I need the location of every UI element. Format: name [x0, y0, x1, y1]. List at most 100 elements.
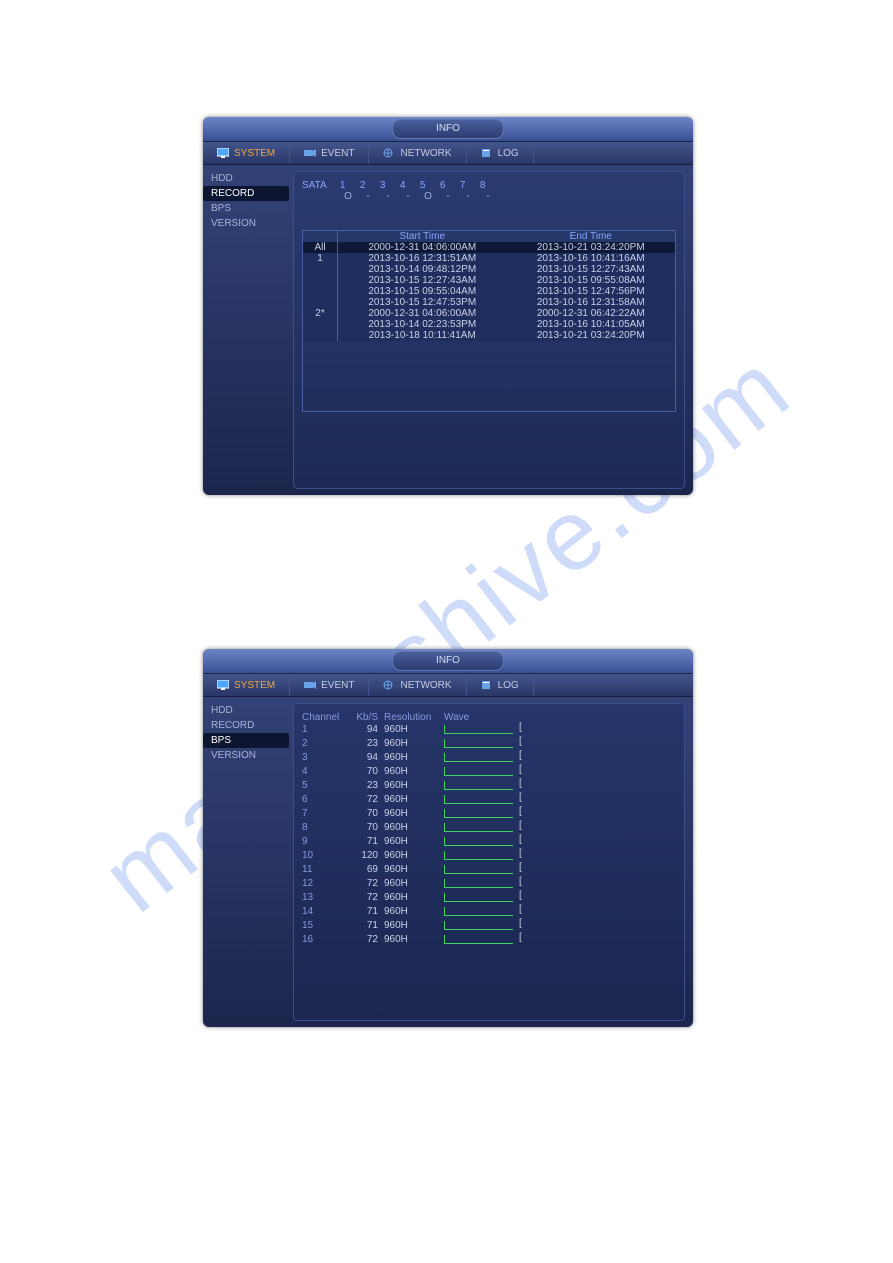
title: INFO: [392, 651, 504, 671]
header-wave: Wave: [444, 712, 524, 723]
sidebar-item-bps[interactable]: BPS: [203, 733, 289, 748]
bps-row: 394960H: [302, 751, 676, 765]
sidebar-item-version[interactable]: VERSION: [203, 748, 289, 763]
cell-kbs: 23: [352, 779, 378, 793]
cell-wave: [444, 751, 524, 765]
tab-label: EVENT: [321, 680, 354, 691]
bps-row: 1571960H: [302, 919, 676, 933]
wave-icon: [444, 865, 513, 874]
bps-row: 1372960H: [302, 891, 676, 905]
sata-status: -: [364, 191, 372, 202]
cell-wave: [444, 807, 524, 821]
header-blank: [303, 231, 338, 242]
tab-network[interactable]: NETWORK: [369, 142, 466, 164]
tab-event[interactable]: EVENT: [290, 674, 369, 696]
row-end: 2013-10-21 03:24:20PM: [507, 242, 676, 253]
tab-label: EVENT: [321, 148, 354, 159]
cell-resolution: 960H: [384, 751, 438, 765]
table-row[interactable]: All2000-12-31 04:06:00AM2013-10-21 03:24…: [303, 242, 675, 253]
row-end: 2013-10-15 12:27:43AM: [507, 264, 676, 275]
cell-resolution: 960H: [384, 933, 438, 947]
row-end: 2013-10-15 12:47:56PM: [507, 286, 676, 297]
sata-status: -: [404, 191, 412, 202]
row-id: [303, 297, 338, 308]
row-id: [303, 286, 338, 297]
wave-icon: [444, 809, 513, 818]
tab-system[interactable]: SYSTEM: [203, 142, 290, 164]
sidebar-item-record[interactable]: RECORD: [203, 718, 289, 733]
cell-kbs: 69: [352, 863, 378, 877]
tab-log[interactable]: LOG: [467, 674, 534, 696]
header-kbs: Kb/S: [352, 712, 378, 723]
cell-resolution: 960H: [384, 807, 438, 821]
cell-kbs: 94: [352, 723, 378, 737]
table-row[interactable]: 2*2000-12-31 04:06:00AM2000-12-31 06:42:…: [303, 308, 675, 319]
table-row[interactable]: 2013-10-15 12:27:43AM2013-10-15 09:55:08…: [303, 275, 675, 286]
monitor-icon: [217, 148, 229, 158]
table-row[interactable]: 2013-10-14 02:23:53PM2013-10-16 10:41:05…: [303, 319, 675, 330]
table-row[interactable]: 2013-10-18 10:11:41AM2013-10-21 03:24:20…: [303, 330, 675, 341]
cell-kbs: 120: [352, 849, 378, 863]
row-id: [303, 330, 338, 341]
table-row[interactable]: 2013-10-15 09:55:04AM2013-10-15 12:47:56…: [303, 286, 675, 297]
cell-wave: [444, 877, 524, 891]
table-row[interactable]: 12013-10-16 12:31:51AM2013-10-16 10:41:1…: [303, 253, 675, 264]
sata-status: O: [344, 191, 352, 202]
sidebar-item-bps[interactable]: BPS: [203, 201, 289, 216]
tab-event[interactable]: EVENT: [290, 142, 369, 164]
info-window-bps: INFO SYSTEM EVENT NETWORK LOG HDD RECORD…: [203, 649, 693, 1027]
wave-icon: [444, 935, 513, 944]
sata-num: 8: [479, 180, 487, 191]
cell-resolution: 960H: [384, 723, 438, 737]
cell-channel: 7: [302, 807, 346, 821]
tab-log[interactable]: LOG: [467, 142, 534, 164]
cell-kbs: 94: [352, 751, 378, 765]
cell-channel: 6: [302, 793, 346, 807]
sata-num: 2: [359, 180, 367, 191]
cell-kbs: 72: [352, 891, 378, 905]
wave-icon: [444, 921, 513, 930]
tab-system[interactable]: SYSTEM: [203, 674, 290, 696]
sata-row: SATA 1 2 3 4 5 6 7 8: [302, 180, 676, 191]
monitor-icon: [217, 680, 229, 690]
cell-wave: [444, 737, 524, 751]
bps-row: 523960H: [302, 779, 676, 793]
cell-resolution: 960H: [384, 793, 438, 807]
cell-resolution: 960H: [384, 849, 438, 863]
bps-row: 10120960H: [302, 849, 676, 863]
sidebar-item-hdd[interactable]: HDD: [203, 171, 289, 186]
table-header-row: Start Time End Time: [303, 231, 675, 242]
row-end: 2013-10-16 10:41:16AM: [507, 253, 676, 264]
wave-icon: [444, 725, 513, 734]
wave-icon: [444, 739, 513, 748]
wave-icon: [444, 781, 513, 790]
row-id: 1: [303, 253, 338, 264]
cell-wave: [444, 723, 524, 737]
cell-kbs: 71: [352, 919, 378, 933]
header-channel: Channel: [302, 712, 346, 723]
content-panel: Channel Kb/S Resolution Wave 194960H2239…: [293, 703, 685, 1021]
sata-status: O: [424, 191, 432, 202]
row-id: [303, 275, 338, 286]
sidebar-item-version[interactable]: VERSION: [203, 216, 289, 231]
cell-channel: 12: [302, 877, 346, 891]
sidebar-item-record[interactable]: RECORD: [203, 186, 289, 201]
cell-resolution: 960H: [384, 919, 438, 933]
row-start: 2013-10-16 12:31:51AM: [338, 253, 507, 264]
table-row[interactable]: 2013-10-15 12:47:53PM2013-10-16 12:31:58…: [303, 297, 675, 308]
cell-kbs: 72: [352, 877, 378, 891]
cell-resolution: 960H: [384, 765, 438, 779]
row-start: 2013-10-15 12:47:53PM: [338, 297, 507, 308]
wave-icon: [444, 893, 513, 902]
bps-header-row: Channel Kb/S Resolution Wave: [302, 712, 676, 723]
cell-channel: 11: [302, 863, 346, 877]
log-icon: [481, 680, 493, 690]
table-row[interactable]: 2013-10-14 09:48:12PM2013-10-15 12:27:43…: [303, 264, 675, 275]
sidebar-item-hdd[interactable]: HDD: [203, 703, 289, 718]
tab-network[interactable]: NETWORK: [369, 674, 466, 696]
cell-kbs: 70: [352, 807, 378, 821]
bps-row: 223960H: [302, 737, 676, 751]
cell-wave: [444, 835, 524, 849]
sata-num: 1: [339, 180, 347, 191]
cell-channel: 1: [302, 723, 346, 737]
